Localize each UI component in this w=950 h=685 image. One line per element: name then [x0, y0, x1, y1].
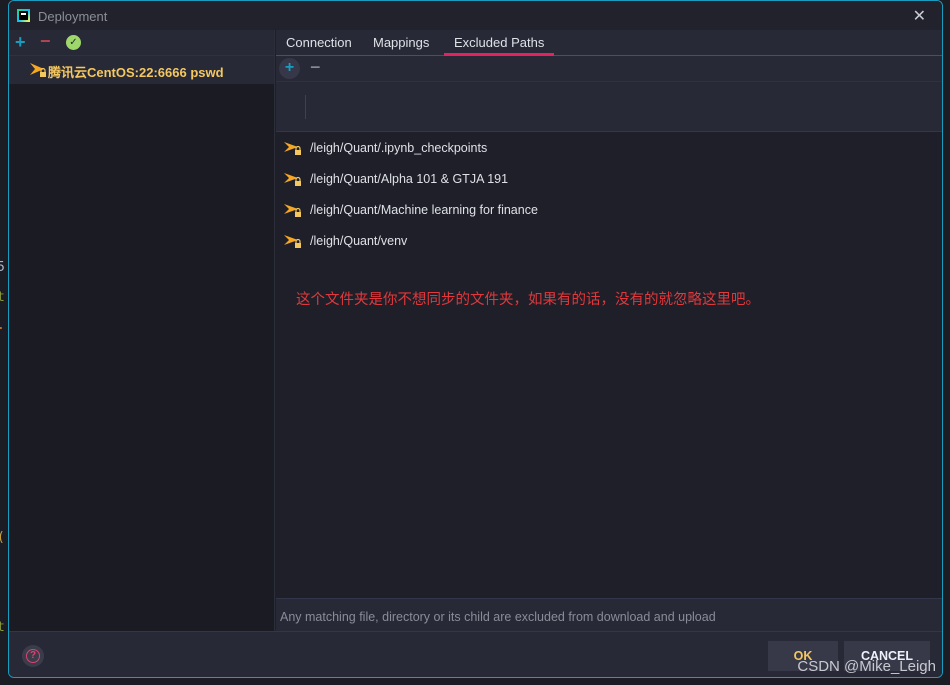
- help-button[interactable]: ?: [22, 645, 44, 667]
- tab-excluded-paths[interactable]: Excluded Paths: [443, 35, 555, 56]
- plus-icon[interactable]: +: [15, 32, 26, 53]
- excluded-path: /leigh/Quant/Machine learning for financ…: [310, 203, 538, 217]
- plus-icon[interactable]: +: [279, 58, 300, 79]
- excluded-path: /leigh/Quant/.ipynb_checkpoints: [310, 141, 488, 155]
- server-item[interactable]: 腾讯云CentOS:22:6666 pswd: [9, 56, 274, 84]
- excluded-paths-toolbar: + −: [276, 56, 942, 82]
- path-input-area[interactable]: [276, 82, 942, 132]
- text-caret: [305, 95, 306, 119]
- remote-folder-lock-icon: [284, 235, 302, 254]
- cancel-button[interactable]: CANCEL: [844, 641, 930, 671]
- list-item[interactable]: /leigh/Quant/Machine learning for financ…: [276, 194, 942, 225]
- list-item[interactable]: /leigh/Quant/venv: [276, 225, 942, 256]
- minus-icon[interactable]: −: [310, 57, 321, 78]
- server-list-panel: + − ✓ 腾讯云CentOS:22:6666 pswd: [9, 30, 275, 631]
- tab-mappings[interactable]: Mappings: [373, 35, 429, 50]
- server-label: 腾讯云CentOS:22:6666 pswd: [48, 65, 224, 80]
- remote-folder-lock-icon: [284, 173, 302, 192]
- minus-icon[interactable]: −: [40, 31, 51, 52]
- exclusion-hint: Any matching file, directory or its chil…: [280, 610, 716, 624]
- tab-bar: Connection Mappings Excluded Paths: [276, 30, 942, 56]
- remote-folder-lock-icon: [284, 142, 302, 161]
- deployment-dialog: Deployment ✕ + − ✓ 腾讯云CentOS:22:6666 psw…: [8, 0, 943, 678]
- ok-button[interactable]: OK: [768, 641, 838, 671]
- hint-bar: Any matching file, directory or its chil…: [276, 598, 942, 631]
- dialog-footer: ? OK CANCEL: [9, 631, 942, 677]
- close-icon[interactable]: ✕: [913, 6, 926, 26]
- help-icon: ?: [26, 649, 40, 663]
- remote-folder-lock-icon: [284, 204, 302, 223]
- annotation-note: 这个文件夹是你不想同步的文件夹，如果有的话，没有的就忽略这里吧。: [296, 292, 760, 308]
- excluded-path: /leigh/Quant/Alpha 101 & GTJA 191: [310, 172, 509, 186]
- excluded-paths-list: /leigh/Quant/.ipynb_checkpoints /leigh/Q…: [276, 132, 942, 256]
- dialog-title: Deployment: [38, 9, 108, 24]
- title-bar: Deployment ✕: [9, 1, 942, 30]
- list-item[interactable]: /leigh/Quant/Alpha 101 & GTJA 191: [276, 163, 942, 194]
- sftp-server-icon: [30, 62, 46, 83]
- list-item[interactable]: /leigh/Quant/.ipynb_checkpoints: [276, 132, 942, 163]
- tab-connection[interactable]: Connection: [286, 35, 352, 50]
- check-circle-icon[interactable]: ✓: [66, 35, 81, 50]
- settings-panel: Connection Mappings Excluded Paths + − /…: [276, 30, 942, 631]
- excluded-path: /leigh/Quant/venv: [310, 234, 408, 248]
- server-toolbar: + − ✓: [9, 30, 274, 56]
- pycharm-app-icon: [17, 9, 30, 22]
